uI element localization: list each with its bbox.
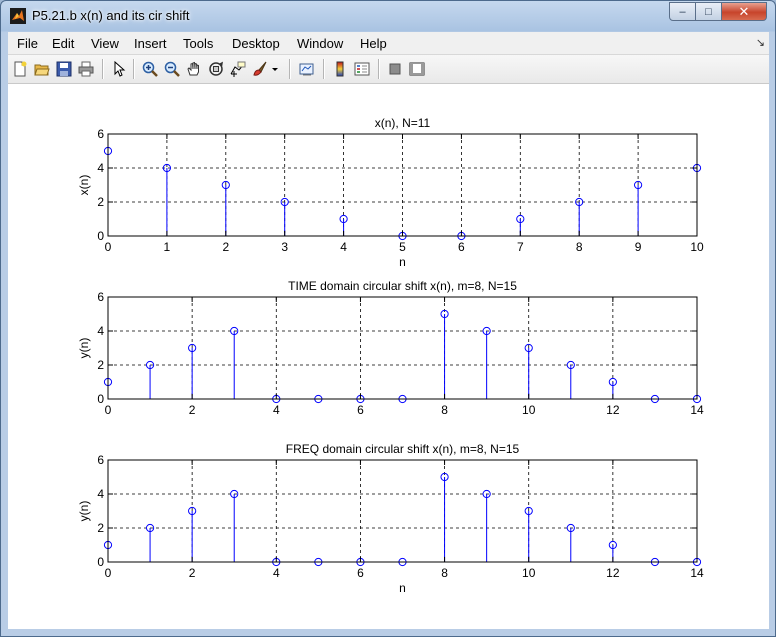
y-tick-label: 6 (97, 290, 104, 304)
x-tick-label: 12 (606, 566, 620, 580)
menu-file[interactable]: File (17, 36, 38, 51)
x-tick-label: 2 (222, 240, 229, 254)
plot-area: 0 1 2 3 4 5 6 7 8 9 100246x(n), N=11nx(n)0 2 4 6 8 10 12… (77, 116, 704, 595)
y-axis-label: y(n) (77, 501, 91, 522)
x-tick-label: 1 (164, 240, 171, 254)
menu-desktop[interactable]: Desktop (232, 36, 280, 51)
colorbar-icon[interactable] (331, 60, 349, 78)
open-file-icon[interactable] (33, 60, 51, 78)
legend-icon[interactable] (353, 60, 371, 78)
figure-toolbar (8, 55, 769, 84)
matlab-logo-icon (10, 8, 26, 24)
x-tick-label: 6 (458, 240, 465, 254)
x-tick-label: 9 (635, 240, 642, 254)
x-tick-label: 10 (522, 403, 536, 417)
x-tick-label: 8 (441, 403, 448, 417)
minimize-button[interactable]: – (669, 2, 696, 21)
dock-figure-icon[interactable]: ↘ (756, 36, 765, 49)
toolbar-separator (289, 59, 291, 79)
x-tick-label: 0 (105, 240, 112, 254)
window-title: P5.21.b x(n) and its cir shift (32, 8, 190, 23)
menu-edit[interactable]: Edit (52, 36, 74, 51)
toolbar-separator (133, 59, 135, 79)
title-bar[interactable]: P5.21.b x(n) and its cir shift – □ ✕ (1, 1, 775, 31)
x-tick-label: 14 (690, 566, 704, 580)
axes-title: x(n), N=11 (375, 116, 431, 130)
y-tick-label: 2 (97, 195, 104, 209)
brush-dropdown-icon[interactable] (270, 60, 280, 78)
x-tick-label: 3 (281, 240, 288, 254)
menu-insert[interactable]: Insert (134, 36, 167, 51)
menu-bar: File Edit View Insert Tools Desktop Wind… (8, 32, 769, 55)
x-axis-label: n (399, 581, 406, 595)
x-tick-label: 0 (105, 566, 112, 580)
print-icon[interactable] (77, 60, 95, 78)
y-axis-label: x(n) (77, 175, 91, 196)
x-tick-label: 2 (189, 403, 196, 417)
pointer-icon[interactable] (110, 60, 128, 78)
menu-window[interactable]: Window (297, 36, 343, 51)
rotate-3d-icon[interactable] (207, 60, 225, 78)
x-axis-label: n (399, 255, 406, 269)
x-tick-label: 10 (522, 566, 536, 580)
menu-tools[interactable]: Tools (183, 36, 213, 51)
x-tick-label: 2 (189, 566, 196, 580)
axes-background (108, 460, 697, 562)
y-tick-label: 2 (97, 521, 104, 535)
axes-title: TIME domain circular shift x(n), m=8, N=… (288, 279, 517, 293)
menu-help[interactable]: Help (360, 36, 387, 51)
toolbar-separator (378, 59, 380, 79)
y-tick-label: 4 (97, 487, 104, 501)
y-tick-label: 6 (97, 453, 104, 467)
hide-plot-tools-icon[interactable] (386, 60, 404, 78)
link-plot-icon[interactable] (298, 60, 316, 78)
x-tick-label: 4 (273, 566, 280, 580)
x-tick-label: 5 (399, 240, 406, 254)
figure-window: P5.21.b x(n) and its cir shift – □ ✕ Fil… (0, 0, 776, 637)
data-cursor-icon[interactable] (229, 60, 247, 78)
x-tick-label: 12 (606, 403, 620, 417)
x-tick-label: 4 (273, 403, 280, 417)
new-figure-icon[interactable] (11, 60, 29, 78)
close-button[interactable]: ✕ (721, 2, 767, 21)
show-plot-tools-icon[interactable] (408, 60, 426, 78)
y-tick-label: 0 (97, 229, 104, 243)
toolbar-separator (102, 59, 104, 79)
y-tick-label: 6 (97, 127, 104, 141)
y-tick-label: 0 (97, 555, 104, 569)
x-tick-label: 8 (576, 240, 583, 254)
y-axis-label: y(n) (77, 338, 91, 359)
x-tick-label: 7 (517, 240, 524, 254)
x-tick-label: 14 (690, 403, 704, 417)
x-tick-label: 6 (357, 566, 364, 580)
axes-background (108, 297, 697, 399)
toolbar-separator (323, 59, 325, 79)
pan-hand-icon[interactable] (185, 60, 203, 78)
x-tick-label: 0 (105, 403, 112, 417)
axes-title: FREQ domain circular shift x(n), m=8, N=… (286, 442, 520, 456)
maximize-button[interactable]: □ (695, 2, 722, 21)
brush-icon[interactable] (251, 60, 269, 78)
y-tick-label: 4 (97, 324, 104, 338)
figure-canvas: 0 1 2 3 4 5 6 7 8 9 10 0 2 4 6 x(n), N=11 n x(n) 0 2 4 6 8 10 12… (8, 84, 769, 629)
zoom-in-icon[interactable] (141, 60, 159, 78)
y-tick-label: 0 (97, 392, 104, 406)
menu-view[interactable]: View (91, 36, 119, 51)
x-tick-label: 10 (690, 240, 704, 254)
y-tick-label: 2 (97, 358, 104, 372)
x-tick-label: 6 (357, 403, 364, 417)
save-icon[interactable] (55, 60, 73, 78)
zoom-out-icon[interactable] (163, 60, 181, 78)
y-tick-label: 4 (97, 161, 104, 175)
x-tick-label: 4 (340, 240, 347, 254)
x-tick-label: 8 (441, 566, 448, 580)
